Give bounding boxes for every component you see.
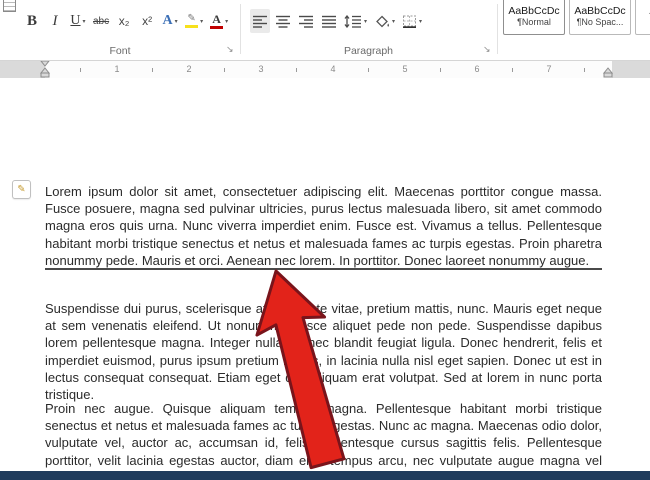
- bold-button[interactable]: B: [22, 9, 42, 33]
- ruler-number: 3: [256, 64, 265, 75]
- line-spacing-icon: [344, 15, 362, 28]
- superscript-label: x²: [142, 14, 152, 28]
- paragraph-1[interactable]: Lorem ipsum dolor sit amet, consectetuer…: [45, 183, 602, 269]
- strikethrough-label: abc: [93, 16, 109, 27]
- styles-gallery: AaBbCcDc ¶Normal AaBbCcDc ¶No Spac... Aa…: [503, 0, 650, 35]
- justify-button[interactable]: [319, 9, 339, 33]
- word-window: B I U ▾ abc x₂ x² A ▾: [0, 0, 650, 480]
- chevron-down-icon: ▾: [419, 18, 422, 25]
- align-center-icon: [275, 15, 291, 28]
- style-no-spacing[interactable]: AaBbCcDc ¶No Spac...: [569, 0, 631, 35]
- style-name: ¶No Spac...: [577, 17, 624, 28]
- font-group-label: Font: [0, 45, 240, 57]
- align-right-icon: [298, 15, 314, 28]
- line-spacing-button[interactable]: ▾: [342, 9, 369, 33]
- chevron-down-icon: ▾: [175, 18, 178, 25]
- highlight-color-button[interactable]: ✎ ▾: [183, 9, 205, 33]
- strikethrough-button[interactable]: abc: [91, 9, 111, 33]
- font-color-icon: A: [210, 13, 223, 30]
- ruler-number: 5: [400, 64, 409, 75]
- paragraph-bottom-border: [45, 268, 602, 270]
- underline-label: U: [70, 13, 80, 29]
- italic-label: I: [53, 13, 58, 30]
- highlight-icon: ✎: [185, 14, 198, 29]
- style-preview: AaBbCcDc: [508, 5, 559, 18]
- chevron-down-icon: ▾: [225, 18, 228, 25]
- italic-button[interactable]: I: [45, 9, 65, 33]
- bold-label: B: [27, 13, 37, 30]
- chevron-down-icon: ▾: [364, 18, 367, 25]
- paragraph-3[interactable]: Proin nec augue. Quisque aliquam tempor …: [45, 400, 602, 480]
- taskbar-edge: [0, 471, 650, 480]
- paragraph-group-controls: ▾ ▾ ▾: [250, 9, 424, 33]
- autocorrect-options-icon[interactable]: ✎: [12, 180, 31, 199]
- subscript-button[interactable]: x₂: [114, 9, 134, 33]
- align-left-button[interactable]: [250, 9, 270, 33]
- chevron-down-icon: ▾: [392, 18, 395, 25]
- font-dialog-launcher[interactable]: ↘: [226, 44, 234, 55]
- align-center-button[interactable]: [273, 9, 293, 33]
- cropped-ribbon-icon: [3, 0, 16, 12]
- horizontal-ruler[interactable]: 1 2 3 4 5 6 7: [0, 61, 650, 79]
- text-effects-button[interactable]: A ▾: [160, 9, 180, 33]
- align-right-button[interactable]: [296, 9, 316, 33]
- paragraph-dialog-launcher[interactable]: ↘: [483, 44, 491, 55]
- paragraph-group-label: Paragraph: [240, 45, 497, 57]
- paint-bucket-icon: [374, 15, 390, 28]
- chevron-down-icon: ▾: [83, 18, 86, 25]
- subscript-label: x₂: [119, 14, 130, 28]
- style-name: ¶Normal: [517, 17, 551, 28]
- align-left-icon: [252, 15, 268, 28]
- style-heading[interactable]: AaBbC Headin: [635, 0, 650, 35]
- ruler-number: 4: [328, 64, 337, 75]
- group-separator: [497, 4, 498, 54]
- ruler-number: 2: [184, 64, 193, 75]
- underline-button[interactable]: U ▾: [68, 9, 88, 33]
- chevron-down-icon: ▾: [200, 18, 203, 25]
- font-group-controls: B I U ▾ abc x₂ x² A ▾: [22, 9, 230, 33]
- shading-button[interactable]: ▾: [372, 9, 397, 33]
- right-indent-marker[interactable]: [602, 61, 614, 78]
- superscript-button[interactable]: x²: [137, 9, 157, 33]
- ribbon: B I U ▾ abc x₂ x² A ▾: [0, 0, 650, 61]
- style-preview: AaBbCcDc: [574, 5, 625, 18]
- ruler-number: 1: [112, 64, 121, 75]
- font-color-button[interactable]: A ▾: [208, 9, 230, 33]
- style-normal[interactable]: AaBbCcDc ¶Normal: [503, 0, 565, 35]
- text-effects-label: A: [163, 13, 173, 29]
- document-page[interactable]: ✎ Lorem ipsum dolor sit amet, consectetu…: [0, 78, 650, 480]
- ruler-number: 7: [544, 64, 553, 75]
- left-indent-marker[interactable]: [39, 61, 51, 78]
- justify-icon: [321, 15, 337, 28]
- borders-icon: [402, 15, 417, 28]
- paragraph-2[interactable]: Suspendisse dui purus, scelerisque at, v…: [45, 300, 602, 403]
- ruler-number: 6: [472, 64, 481, 75]
- borders-button[interactable]: ▾: [400, 9, 424, 33]
